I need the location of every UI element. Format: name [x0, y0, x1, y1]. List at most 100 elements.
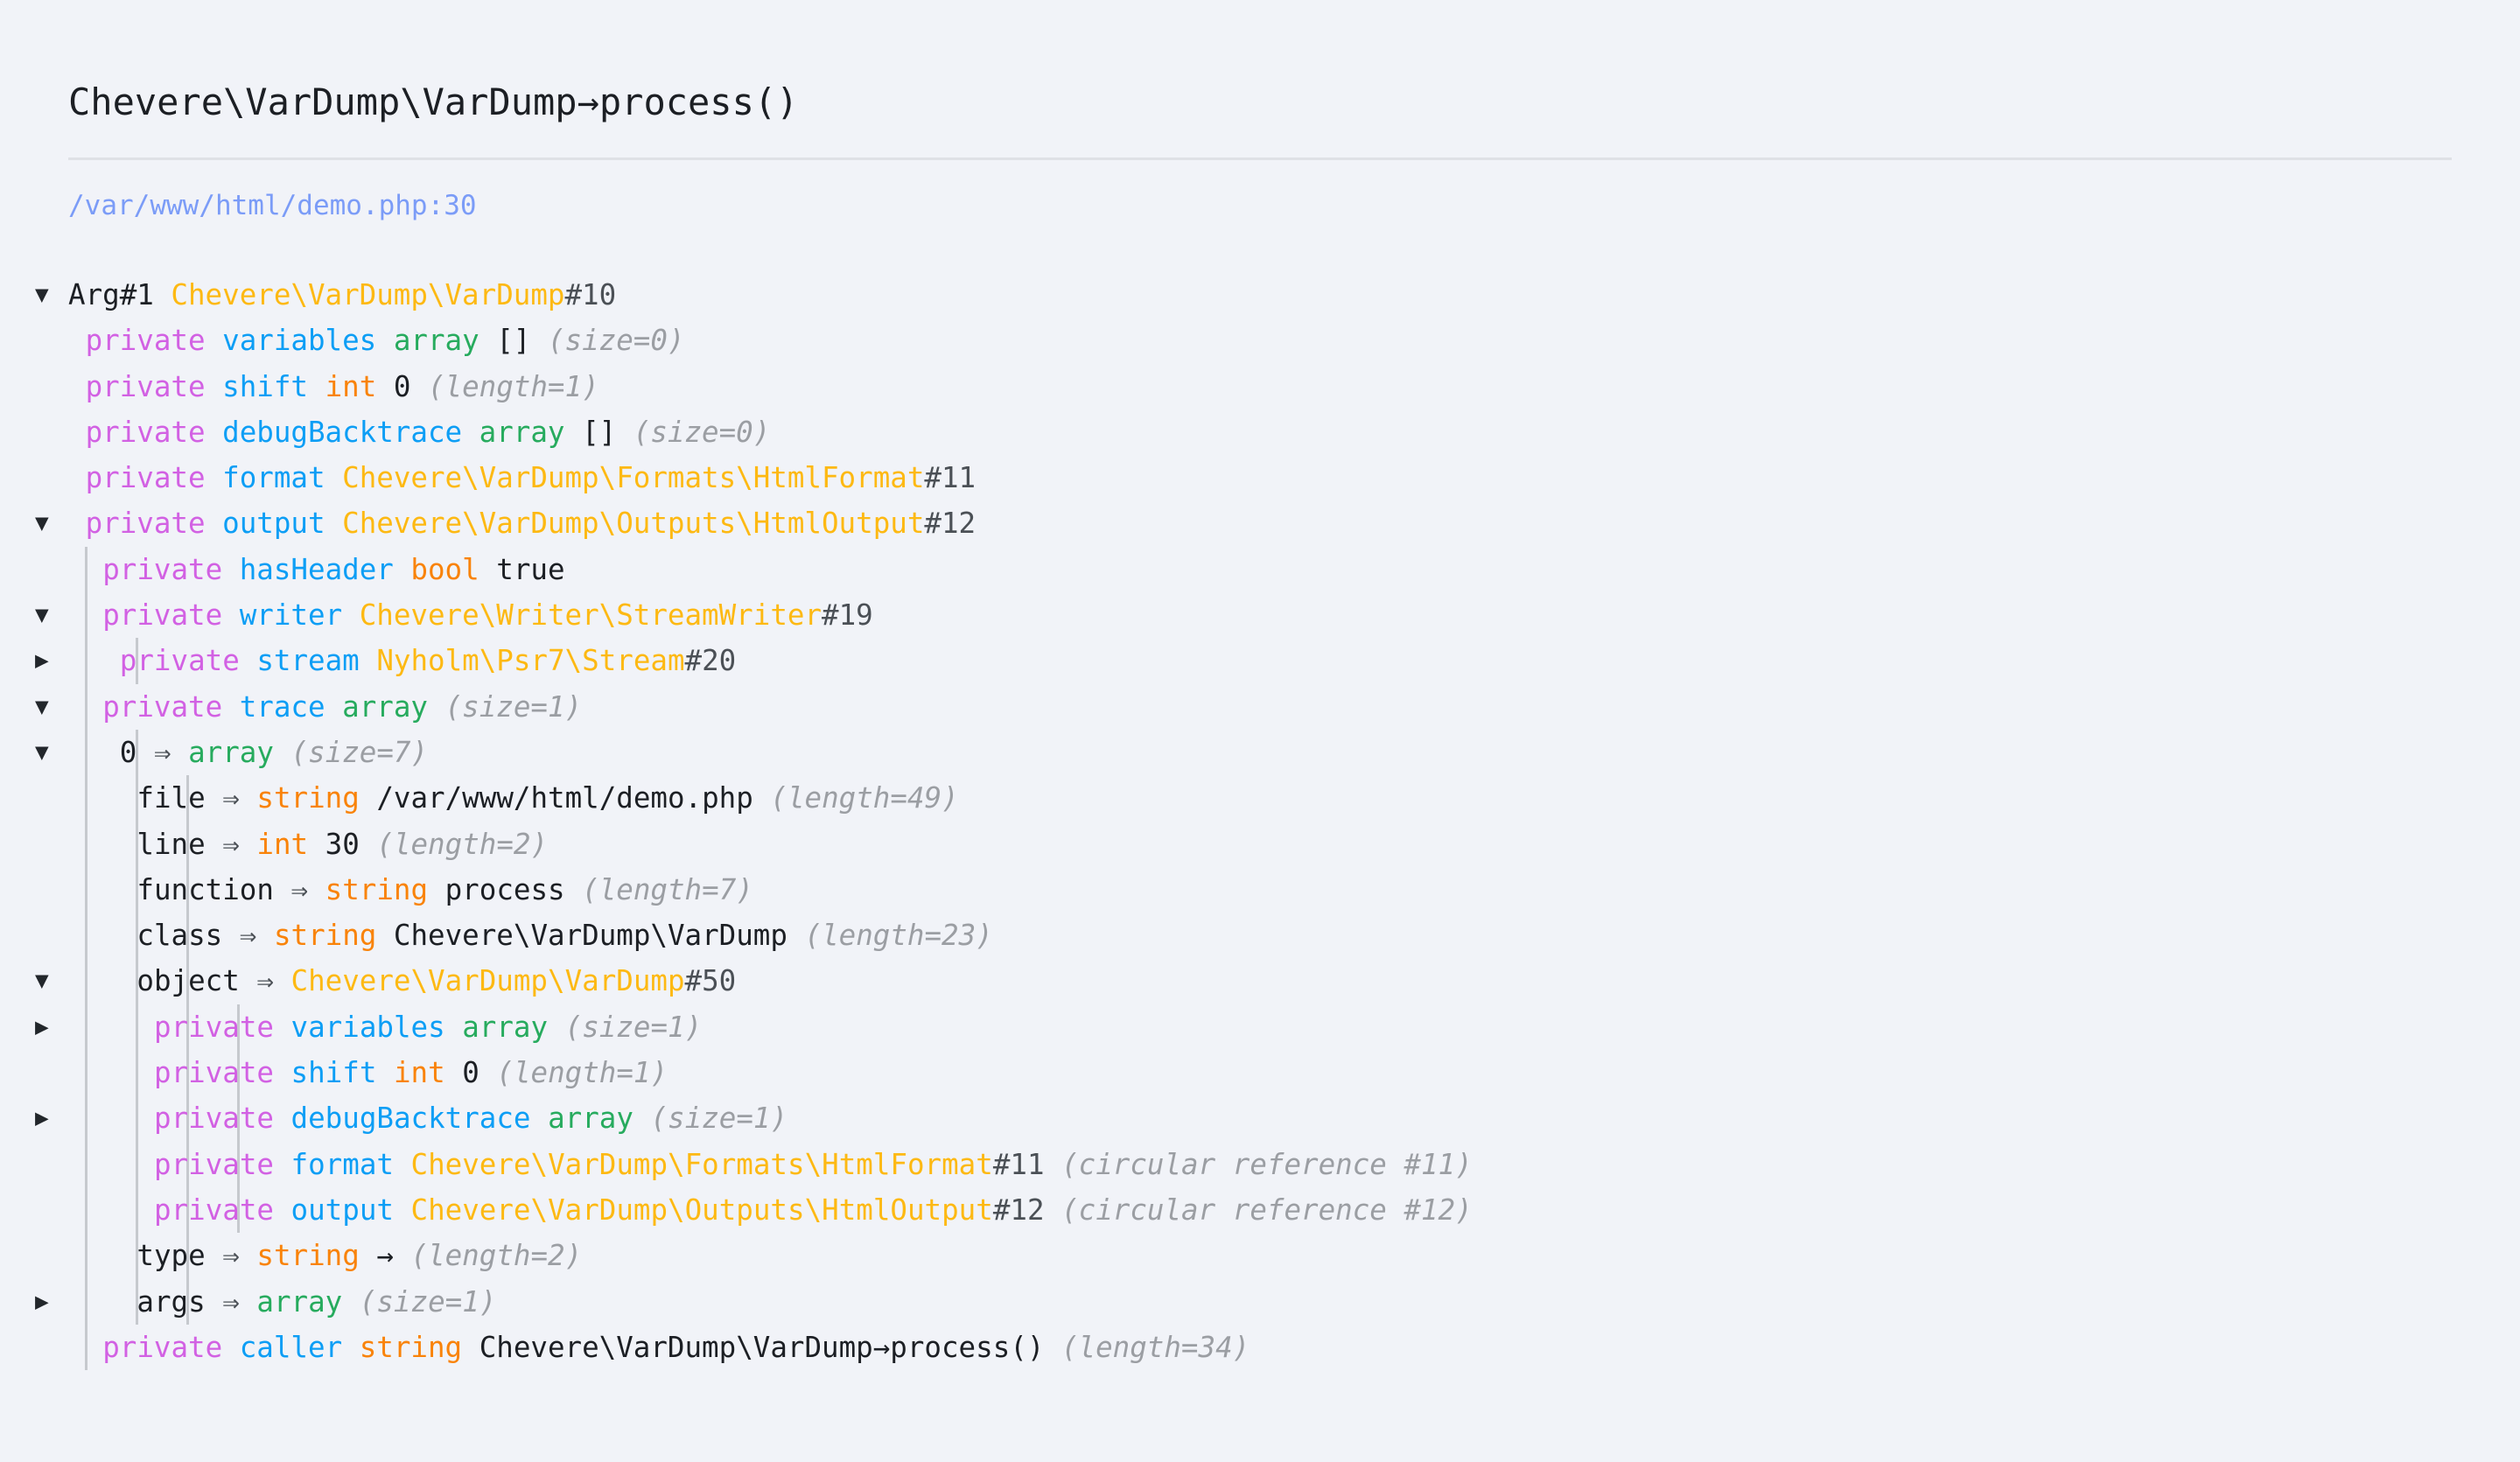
token-arrow: ⇒ [205, 1239, 257, 1273]
token-meta: (size=1) [564, 1010, 703, 1044]
token-class: Nyholm\Psr7\Stream [376, 644, 685, 678]
token-val [274, 1011, 291, 1044]
indent-guide-line [136, 1141, 138, 1187]
token-val: true [479, 552, 565, 586]
token-type: string [273, 919, 377, 953]
token-meta: (circular reference #12) [1061, 1193, 1473, 1227]
token-val: [] [564, 415, 634, 449]
token-id: #11 [924, 461, 976, 495]
token-mod: private [102, 552, 223, 586]
token-val [326, 507, 343, 540]
token-type: string [359, 1330, 463, 1364]
dump-row-text: Arg#1 Chevere\VarDump\VarDump#10 [68, 272, 616, 318]
token-array: array [479, 415, 565, 449]
dump-row: private format Chevere\VarDump\Formats\H… [0, 455, 2520, 500]
token-val [326, 690, 343, 724]
dump-row-text: private caller string Chevere\VarDump\Va… [102, 1325, 1250, 1370]
dump-row-text: private debugBacktrace array (size=1) [154, 1095, 788, 1141]
token-name: variables [290, 1010, 445, 1044]
token-name: variables [222, 324, 377, 358]
dump-row: private trace array (size=1) [0, 683, 2520, 730]
dump-row: function ⇒ string process (length=7) [0, 866, 2520, 913]
caret-down-icon[interactable] [35, 958, 58, 1004]
indent-guide-line [85, 1233, 88, 1279]
header-divider [68, 157, 2452, 160]
token-arrow: ⇒ [136, 735, 189, 769]
source-file-link[interactable]: /var/www/html/demo.php:30 [68, 190, 2520, 221]
token-id: #12 [924, 507, 976, 541]
caret-right-icon[interactable] [35, 1279, 58, 1325]
token-val [394, 553, 411, 586]
token-class: Chevere\VarDump\Formats\HtmlFormat [410, 1147, 993, 1181]
token-val [376, 1056, 394, 1089]
dump-row-text: private shift int 0 (length=1) [86, 364, 599, 409]
token-id: #20 [684, 644, 737, 678]
token-class: Chevere\Writer\StreamWriter [359, 598, 822, 633]
token-array: array [393, 324, 480, 358]
dump-row-text: private output Chevere\VarDump\Outputs\H… [154, 1187, 1473, 1233]
token-val [222, 598, 240, 632]
token-val [1045, 1148, 1062, 1181]
caret-none [35, 318, 58, 363]
token-name: debugBacktrace [222, 415, 463, 449]
token-mod: private [102, 689, 223, 724]
token-key: args [136, 1284, 206, 1319]
token-name: output [290, 1193, 394, 1227]
token-array: array [188, 735, 274, 769]
dump-tree: Arg#1 Chevere\VarDump\VarDump#10 private … [0, 272, 2520, 1371]
token-array: array [548, 1102, 634, 1136]
caret-down-icon[interactable] [35, 592, 58, 638]
token-val [274, 1056, 291, 1089]
token-name: shift [222, 369, 308, 403]
token-meta: (length=1) [427, 369, 599, 403]
token-name: hasHeader [239, 552, 394, 586]
caret-down-icon[interactable] [35, 684, 58, 730]
token-class: Chevere\VarDump\Outputs\HtmlOutput [342, 507, 925, 541]
token-val [206, 461, 223, 494]
caret-down-icon[interactable] [35, 730, 58, 775]
token-array: array [256, 1284, 343, 1319]
token-mod: private [85, 507, 206, 541]
token-type: int [325, 369, 377, 403]
dump-row: private caller string Chevere\VarDump\Va… [0, 1324, 2520, 1371]
token-meta: (size=0) [633, 415, 771, 449]
indent-guide-line [85, 1278, 88, 1325]
token-arrow: ⇒ [205, 1284, 257, 1319]
token-key: object [136, 964, 240, 998]
token-meta: (length=2) [410, 1239, 583, 1273]
token-key: function [136, 872, 274, 906]
caret-none [35, 364, 58, 409]
indent-guide-line [85, 1004, 88, 1051]
token-val [274, 1102, 291, 1135]
indent-guide-line [85, 683, 88, 730]
token-val [206, 370, 223, 403]
page-title: Chevere\VarDump\VarDump→process() [68, 80, 799, 123]
token-name: writer [239, 598, 343, 633]
caret-right-icon[interactable] [35, 1004, 58, 1050]
dump-row: args ⇒ array (size=1) [0, 1278, 2520, 1325]
vardump-page: Chevere\VarDump\VarDump→process() /var/w… [0, 0, 2520, 1462]
token-type: bool [410, 552, 480, 586]
token-val [308, 370, 326, 403]
caret-down-icon[interactable] [35, 272, 58, 318]
caret-right-icon[interactable] [35, 638, 58, 683]
caret-right-icon[interactable] [35, 1095, 58, 1141]
token-arrow: ⇒ [205, 781, 257, 815]
token-mod: private [85, 324, 206, 358]
indent-guide-line [85, 546, 88, 593]
indent-guide-line [85, 638, 88, 684]
token-val: 30 [308, 827, 377, 861]
dump-row-text: private output Chevere\VarDump\Outputs\H… [86, 500, 976, 546]
token-val [274, 736, 291, 769]
dump-row-text: line ⇒ int 30 (length=2) [136, 822, 548, 867]
caret-none [35, 1050, 58, 1095]
caret-down-icon[interactable] [35, 500, 58, 546]
dump-row-text: object ⇒ Chevere\VarDump\VarDump#50 [136, 958, 736, 1004]
caret-none [35, 775, 58, 821]
token-val [206, 324, 223, 357]
token-val [274, 1148, 291, 1181]
token-id: #19 [822, 598, 873, 633]
token-id: #12 [992, 1193, 1045, 1227]
token-id: #10 [564, 278, 617, 311]
caret-none [35, 1325, 58, 1370]
